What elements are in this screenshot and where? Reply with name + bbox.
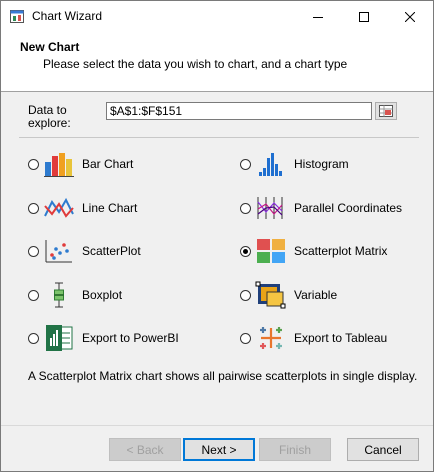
- chart-wizard-window: Chart Wizard New Chart Please select the…: [0, 0, 434, 472]
- bar-chart-icon: [44, 153, 74, 177]
- minimize-icon: [313, 16, 323, 18]
- option-line-chart[interactable]: Line Chart: [28, 192, 137, 224]
- option-label: Parallel Coordinates: [294, 201, 403, 215]
- radio-export-powerbi[interactable]: [28, 332, 39, 344]
- radio-variable[interactable]: [240, 289, 251, 301]
- header-title: New Chart: [20, 40, 80, 54]
- app-icon: [10, 10, 24, 23]
- option-bar-chart[interactable]: Bar Chart: [28, 148, 133, 180]
- tableau-icon: [260, 327, 282, 349]
- finish-button[interactable]: Finish: [259, 438, 331, 461]
- radio-line-chart[interactable]: [28, 202, 39, 214]
- boxplot-icon: [54, 282, 64, 308]
- header-subtitle: Please select the data you wish to chart…: [43, 57, 348, 71]
- range-select-button[interactable]: [375, 102, 397, 120]
- close-button[interactable]: [387, 1, 433, 32]
- option-label: ScatterPlot: [82, 244, 141, 258]
- line-chart-icon: [44, 197, 74, 218]
- next-button[interactable]: Next >: [183, 438, 255, 461]
- option-scatterplot[interactable]: ScatterPlot: [28, 235, 141, 267]
- scatterplot-matrix-icon: [257, 239, 285, 263]
- option-label: Line Chart: [82, 201, 138, 215]
- scatterplot-icon: [45, 240, 72, 263]
- powerbi-icon: [46, 325, 73, 351]
- variable-icon: [255, 281, 286, 309]
- data-source-label: Data to explore:: [28, 103, 71, 130]
- footer-divider: [1, 425, 433, 426]
- maximize-icon: [359, 11, 369, 22]
- minimize-button[interactable]: [295, 1, 341, 32]
- parallel-coordinates-icon: [257, 197, 283, 219]
- option-histogram[interactable]: Histogram: [240, 148, 349, 180]
- radio-boxplot[interactable]: [28, 289, 39, 301]
- radio-histogram[interactable]: [240, 158, 251, 170]
- option-parallel-coordinates[interactable]: Parallel Coordinates: [240, 192, 402, 224]
- chart-description: A Scatterplot Matrix chart shows all pai…: [28, 369, 418, 383]
- radio-export-tableau[interactable]: [240, 332, 251, 344]
- option-label: Export to PowerBI: [82, 331, 179, 345]
- radio-parallel-coordinates[interactable]: [240, 202, 251, 214]
- chart-type-options: Bar Chart Histogram Line Chart Parallel …: [19, 137, 419, 360]
- close-icon: [405, 11, 415, 22]
- back-button[interactable]: < Back: [109, 438, 181, 461]
- histogram-icon: [259, 153, 282, 176]
- wizard-header: New Chart Please select the data you wis…: [1, 32, 433, 92]
- option-label: Export to Tableau: [294, 331, 388, 345]
- title-bar[interactable]: Chart Wizard: [1, 1, 433, 32]
- option-scatterplot-matrix[interactable]: Scatterplot Matrix: [240, 235, 387, 267]
- option-variable[interactable]: Variable: [240, 279, 337, 311]
- window-title: Chart Wizard: [32, 9, 103, 23]
- option-label: Bar Chart: [82, 157, 134, 171]
- data-range-input[interactable]: $A$1:$F$151: [106, 102, 372, 120]
- option-boxplot[interactable]: Boxplot: [28, 279, 122, 311]
- radio-scatterplot-matrix[interactable]: [240, 245, 251, 257]
- option-label: Histogram: [294, 157, 349, 171]
- option-label: Scatterplot Matrix: [294, 244, 388, 258]
- option-export-powerbi[interactable]: Export to PowerBI: [28, 322, 179, 354]
- maximize-button[interactable]: [341, 1, 387, 32]
- option-label: Boxplot: [82, 288, 123, 302]
- range-select-icon: [379, 105, 393, 117]
- radio-bar-chart[interactable]: [28, 158, 39, 170]
- option-export-tableau[interactable]: Export to Tableau: [240, 322, 387, 354]
- cancel-button[interactable]: Cancel: [347, 438, 419, 461]
- option-label: Variable: [294, 288, 338, 302]
- radio-scatterplot[interactable]: [28, 245, 39, 257]
